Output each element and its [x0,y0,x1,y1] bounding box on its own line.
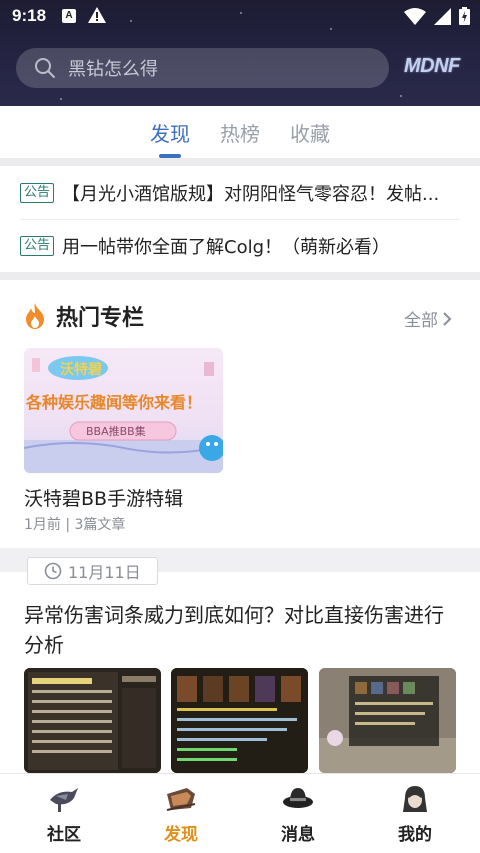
nav-label: 社区 [47,825,81,845]
column-banner-title: 沃特碧 [60,361,102,378]
star [60,98,62,100]
star [400,95,402,97]
view-all-label: 全部 [404,311,438,331]
column-banner-button: BBA推BB集 [86,424,146,438]
nav-label: 发现 [164,825,198,845]
battery-icon [459,7,470,25]
column-card-meta: 1月前 | 3篇文章 [24,517,126,533]
clock-icon [44,562,62,580]
profile-icon [403,786,427,812]
nav-label: 我的 [398,825,432,845]
nav-item-community[interactable]: 社区 [4,774,124,853]
wifi-icon [404,7,426,25]
top-tabs: 发现 热榜 收藏 [0,106,480,158]
view-all-link[interactable]: 全部 [404,306,452,331]
nav-label: 消息 [281,825,315,845]
date-text: 11月11日 [68,563,141,582]
nav-item-profile[interactable]: 我的 [355,774,475,853]
notice-text: 【月光小酒馆版规】对阴阳怪气零容忍！发帖... [62,184,440,205]
message-icon [283,788,313,808]
tab-discover[interactable]: 发现 [150,118,190,147]
notice-item[interactable]: 公告 用一帖带你全面了解Colg！（萌新必看） [20,221,460,271]
warning-icon [88,7,106,23]
nav-item-discover[interactable]: 发现 [121,774,241,853]
notice-item[interactable]: 公告 【月光小酒馆版规】对阴阳怪气零容忍！发帖... [20,168,460,218]
mdnf-logo[interactable]: MDNF [404,55,460,78]
thumbnail-stats-image [24,668,161,773]
column-banner-slogan: 各种娱乐趣闻等你来看！ [25,393,202,412]
column-card-image[interactable]: 沃特碧 各种娱乐趣闻等你来看！ BBA推BB集 [24,348,223,473]
chevron-right-icon [443,311,452,326]
date-badge: 11月11日 [27,557,158,585]
status-bar: 9:18 A [0,0,480,34]
column-card-title[interactable]: 沃特碧BB手游特辑 [24,484,183,511]
notification-a-icon: A [62,9,76,23]
section-divider [0,272,480,280]
app-header: 9:18 A 黑钻怎么得 MDNF [0,0,480,106]
search-input[interactable]: 黑钻怎么得 [16,48,389,88]
nav-item-messages[interactable]: 消息 [238,774,358,853]
divider [20,219,460,220]
article-title[interactable]: 异常伤害词条威力到底如何？对比直接伤害进行分析 [24,600,456,660]
search-placeholder: 黑钻怎么得 [68,59,158,80]
column-banner-graphic: 沃特碧 各种娱乐趣闻等你来看！ BBA推BB集 [24,356,223,473]
tab-favorites[interactable]: 收藏 [290,118,330,147]
notice-badge: 公告 [20,236,55,256]
community-icon [50,788,78,812]
thumbnail-gameplay-image [319,668,456,773]
article-thumbnail[interactable] [24,668,161,773]
section-divider [0,158,480,166]
notice-badge: 公告 [20,183,55,203]
flame-icon [26,303,44,329]
bottom-nav: 社区 发现 消息 我的 [0,773,480,853]
signal-icon [434,7,451,25]
search-icon [35,58,55,78]
article-thumbnail[interactable] [319,668,456,773]
status-time: 9:18 [12,6,47,25]
discover-icon [166,788,196,811]
hot-columns-title: 热门专栏 [56,306,145,331]
notice-text: 用一帖带你全面了解Colg！（萌新必看） [62,237,391,258]
tab-hot-list[interactable]: 热榜 [220,118,260,147]
article-thumbnail[interactable] [171,668,308,773]
thumbnail-equipment-image [171,668,308,773]
